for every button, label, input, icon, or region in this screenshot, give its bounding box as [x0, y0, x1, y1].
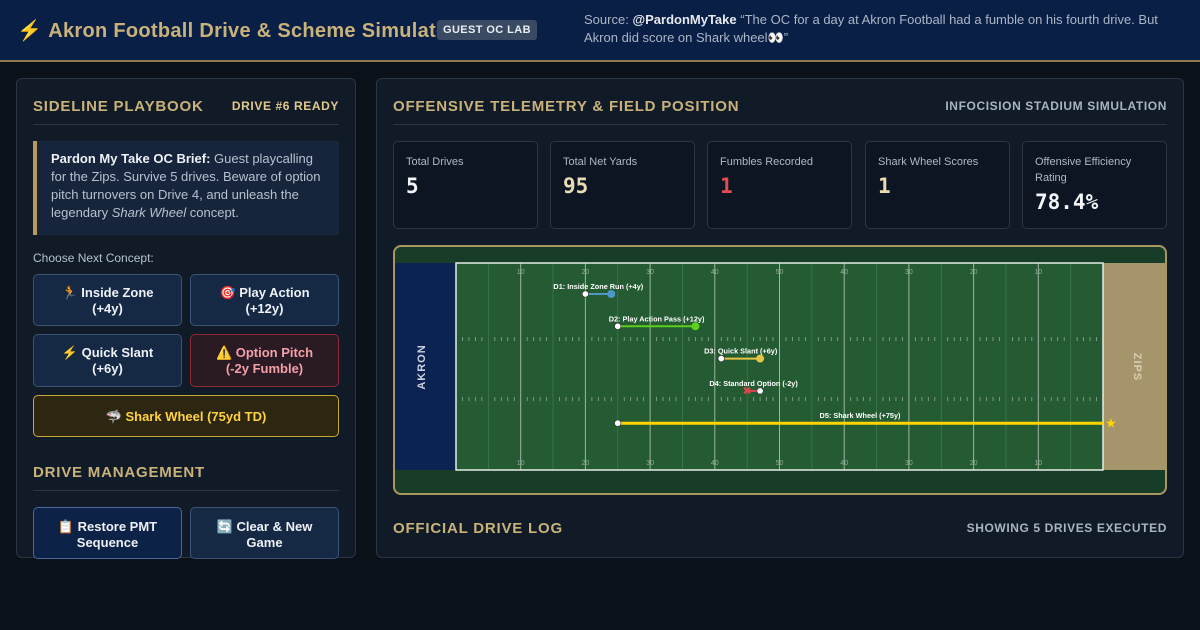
drive-status: DRIVE #6 READY [231, 99, 339, 113]
inside-zone-yards: (+4y) [92, 301, 123, 316]
choose-concept-label: Choose Next Concept: [33, 251, 154, 265]
drive-label: D5: Shark Wheel (+75y) [820, 411, 901, 420]
restore-label-2: Sequence [76, 535, 139, 550]
app-header: ⚡ Akron Football Drive & Scheme Simulator… [0, 0, 1200, 62]
quick-slant-yards: (+6y) [92, 361, 123, 376]
play-action-label: 🎯 Play Action [219, 285, 310, 300]
app-title: ⚡ Akron Football Drive & Scheme Simulator [17, 18, 457, 43]
oc-brief: Pardon My Take OC Brief: Guest playcalli… [33, 141, 339, 235]
drive-start-marker [614, 322, 622, 330]
drive-start-marker [581, 290, 589, 298]
source-quote: Source: @PardonMyTake “The OC for a day … [584, 11, 1184, 47]
yard-number: 30 [646, 460, 654, 467]
stat-card-fumbles: Fumbles Recorded 1 [707, 141, 852, 229]
drive-start-marker [717, 355, 725, 363]
clear-new-game-button[interactable]: 🔄 Clear & New Game [190, 507, 339, 559]
quick-slant-label: ⚡ Quick Slant [61, 345, 154, 360]
source-handle-link[interactable]: @PardonMyTake [632, 12, 736, 27]
stat-label: Offensive Efficiency Rating [1035, 156, 1132, 184]
stat-label: Total Drives [406, 156, 464, 168]
brief-emphasis: Shark Wheel [111, 205, 187, 220]
yard-number: 40 [711, 460, 719, 467]
yard-number: 50 [776, 269, 784, 276]
yard-number: 40 [840, 269, 848, 276]
drive-end-marker [691, 322, 700, 331]
brief-tail: concept. [186, 205, 239, 220]
yard-number: 10 [1034, 460, 1042, 467]
option-pitch-yards: (-2y Fumble) [225, 361, 304, 376]
yard-number: 20 [970, 269, 978, 276]
drive-label: D3: Quick Slant (+6y) [704, 347, 778, 356]
yard-number: 30 [905, 269, 913, 276]
telemetry-header: OFFENSIVE TELEMETRY & FIELD POSITION INF… [393, 95, 1167, 125]
drive-start-marker [756, 387, 764, 395]
telemetry-title: OFFENSIVE TELEMETRY & FIELD POSITION [393, 98, 740, 115]
drive-label: D4: Standard Option (-2y) [709, 379, 798, 388]
drive-management-title: DRIVE MANAGEMENT [33, 464, 205, 481]
drives-executed-label: SHOWING 5 DRIVES EXECUTED [966, 521, 1167, 535]
inside-zone-button[interactable]: 🏃 Inside Zone (+4y) [33, 274, 182, 326]
yard-number: 30 [905, 460, 913, 467]
drive-log-title: OFFICIAL DRIVE LOG [393, 520, 563, 537]
stat-value: 1 [720, 174, 733, 198]
playbook-title: SIDELINE PLAYBOOK [33, 98, 204, 115]
drive-log-header: OFFICIAL DRIVE LOG SHOWING 5 DRIVES EXEC… [393, 517, 1167, 547]
drive-end-marker [756, 354, 765, 363]
clear-label: 🔄 Clear & New [216, 519, 313, 534]
playbook-header: SIDELINE PLAYBOOK DRIVE #6 READY [33, 95, 339, 125]
drive-start-marker [614, 419, 622, 427]
sideline-playbook-panel: SIDELINE PLAYBOOK DRIVE #6 READY Pardon … [16, 78, 356, 559]
stadium-label: INFOCISION STADIUM SIMULATION [945, 99, 1167, 113]
field-diagram: 10 10 20 20 30 30 40 40 50 50 40 40 30 30 20 20 10 10 AKRO… [395, 262, 1165, 471]
source-label: Source: [584, 12, 629, 27]
stat-label: Total Net Yards [563, 156, 638, 168]
football-field: 10 10 20 20 30 30 40 40 50 50 40 40 30 30 20 20 10 10 AKRO… [393, 245, 1167, 495]
yard-number: 50 [776, 460, 784, 467]
yard-number: 20 [582, 460, 590, 467]
play-action-button[interactable]: 🎯 Play Action (+12y) [190, 274, 339, 326]
drive-management-header: DRIVE MANAGEMENT [33, 461, 339, 491]
yard-number: 20 [582, 269, 590, 276]
drive-end-marker [607, 290, 616, 298]
yard-number: 30 [646, 269, 654, 276]
yard-number: 10 [517, 269, 525, 276]
guest-oc-badge: GUEST OC LAB [437, 20, 537, 40]
lightning-icon: ⚡ [17, 20, 43, 42]
akron-endzone-label: AKRON [416, 344, 428, 389]
stat-label: Shark Wheel Scores [878, 156, 979, 168]
quick-slant-button[interactable]: ⚡ Quick Slant (+6y) [33, 334, 182, 387]
app-title-text: Akron Football Drive & Scheme Simulator [48, 20, 457, 42]
yard-number: 40 [840, 460, 848, 467]
zips-endzone-label: ZIPS [1131, 353, 1143, 381]
option-pitch-label: ⚠️ Option Pitch [215, 345, 314, 360]
stat-value: 1 [878, 174, 891, 198]
clear-label-2: Game [246, 535, 283, 550]
telemetry-panel: OFFENSIVE TELEMETRY & FIELD POSITION INF… [376, 78, 1184, 558]
restore-pmt-button[interactable]: 📋 Restore PMT Sequence [33, 507, 182, 559]
brief-lead: Pardon My Take OC Brief: [51, 151, 211, 166]
stat-card-net-yards: Total Net Yards 95 [550, 141, 695, 229]
stat-card-total-drives: Total Drives 5 [393, 141, 538, 229]
stat-value: 5 [406, 174, 419, 198]
drive-label: D1: Inside Zone Run (+4y) [553, 282, 643, 291]
drive-label: D2: Play Action Pass (+12y) [609, 314, 705, 323]
touchdown-star-marker: ★ [1105, 417, 1117, 432]
stat-label: Fumbles Recorded [720, 156, 813, 168]
yard-number: 10 [517, 460, 525, 467]
stat-value: 95 [563, 174, 589, 198]
yard-number: 10 [1034, 269, 1042, 276]
stat-card-shark-wheel: Shark Wheel Scores 1 [865, 141, 1010, 229]
inside-zone-label: 🏃 Inside Zone [61, 285, 154, 300]
yard-number: 20 [970, 460, 978, 467]
play-action-yards: (+12y) [245, 301, 284, 316]
shark-wheel-label: 🦈 Shark Wheel (75yd TD) [105, 409, 267, 424]
shark-wheel-button[interactable]: 🦈 Shark Wheel (75yd TD) [33, 395, 339, 437]
stat-card-efficiency: Offensive Efficiency Rating 78.4% [1022, 141, 1167, 229]
restore-label: 📋 Restore PMT [57, 519, 158, 534]
option-pitch-button[interactable]: ⚠️ Option Pitch (-2y Fumble) [190, 334, 339, 387]
yard-number: 40 [711, 269, 719, 276]
stat-value: 78.4% [1035, 190, 1099, 214]
